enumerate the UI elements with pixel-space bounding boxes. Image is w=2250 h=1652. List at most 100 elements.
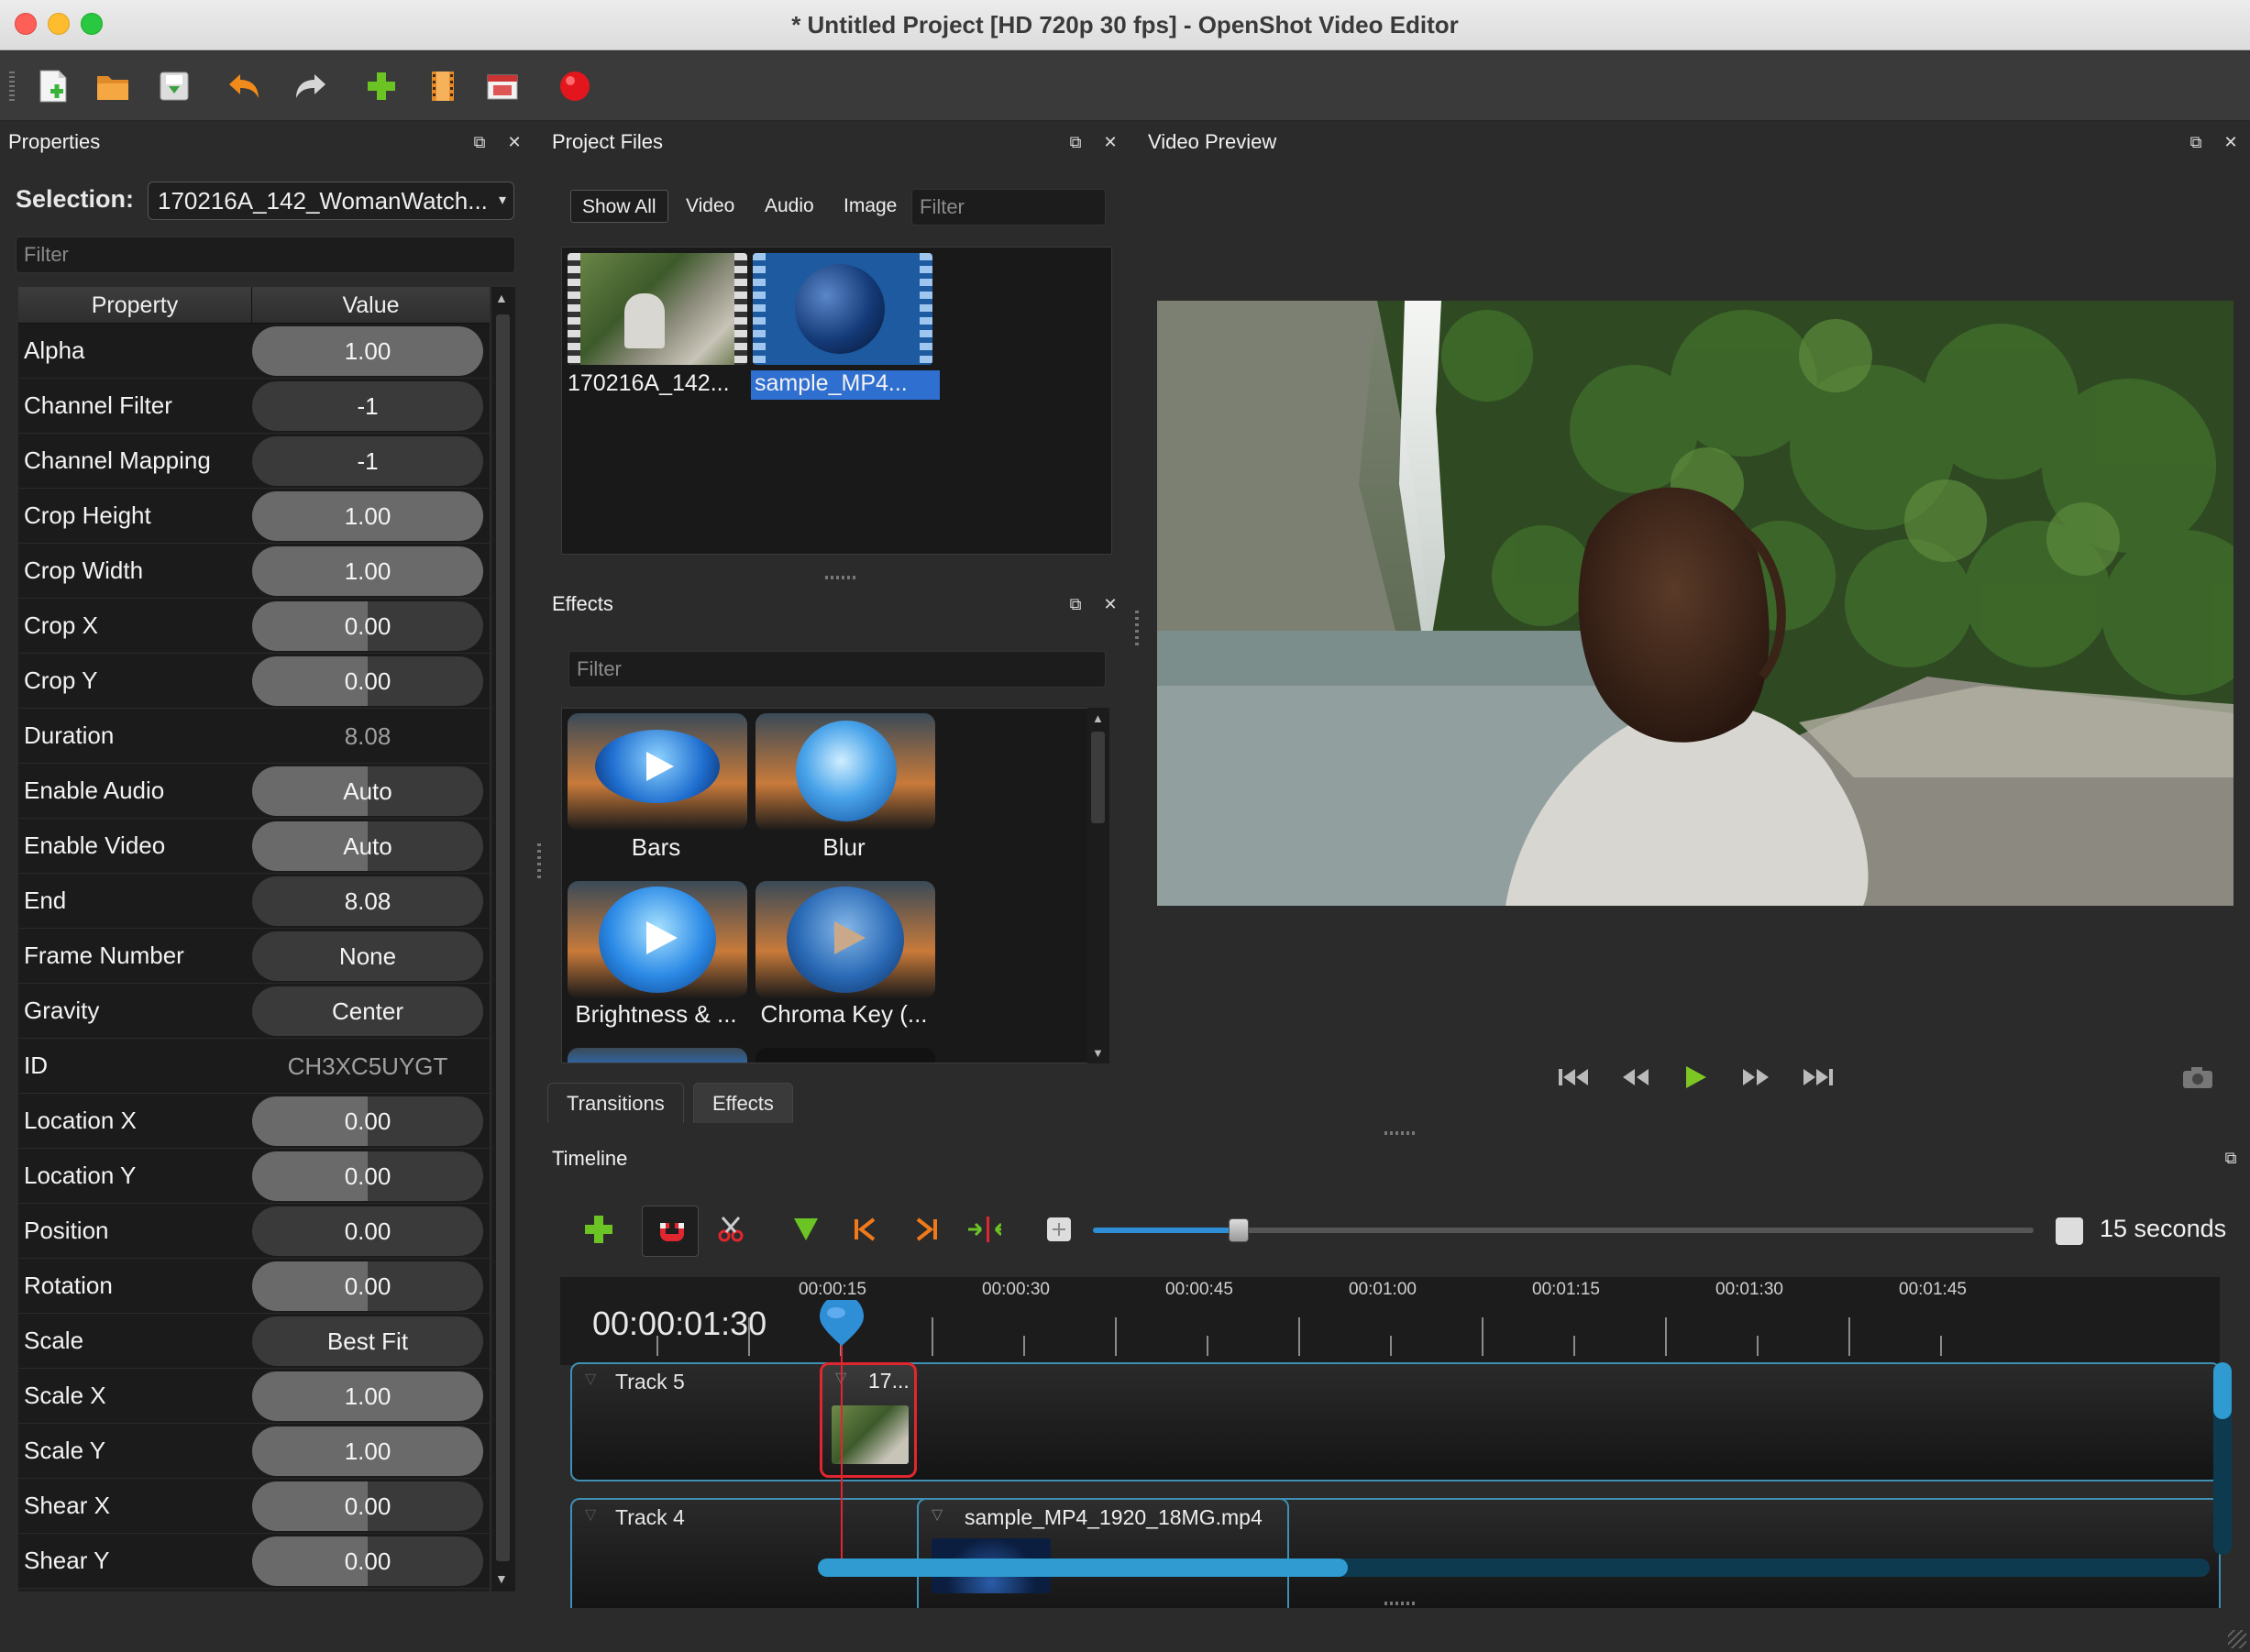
scroll-up-icon[interactable]: ▲ [495, 291, 508, 305]
property-value[interactable]: -1 [252, 380, 483, 431]
zoom-slider-handle[interactable] [1228, 1218, 1249, 1242]
file-thumbnail[interactable] [568, 253, 747, 365]
scrollbar-thumb[interactable] [2213, 1362, 2232, 1419]
property-value[interactable]: 1.00 [252, 325, 483, 376]
property-row[interactable]: Crop Height 1.00 [18, 489, 490, 544]
properties-filter-input[interactable]: Filter [16, 237, 515, 273]
value-column-header[interactable]: Value [252, 287, 490, 323]
track-name[interactable]: Track 4 [615, 1505, 685, 1530]
property-value[interactable]: 0.00 [252, 1481, 483, 1531]
timeline-vertical-scrollbar[interactable] [2213, 1362, 2232, 1555]
splitter-handle[interactable] [825, 576, 858, 579]
property-row[interactable]: Frame Number None [18, 929, 490, 984]
close-panel-icon[interactable]: ✕ [504, 132, 524, 152]
property-value[interactable]: Auto [252, 765, 483, 816]
property-value[interactable]: 0.00 [252, 1536, 483, 1586]
chevron-down-icon[interactable]: ▽ [932, 1505, 943, 1524]
choose-profile-icon[interactable] [425, 68, 461, 105]
playhead-handle[interactable] [818, 1294, 866, 1348]
effect-thumbnail[interactable] [756, 713, 935, 831]
splitter-handle[interactable] [1384, 1131, 1416, 1135]
property-row[interactable]: Scale Best Fit [18, 1314, 490, 1369]
fast-forward-icon[interactable] [1738, 1060, 1773, 1095]
close-panel-icon[interactable]: ✕ [1100, 132, 1120, 152]
jump-to-start-icon[interactable] [1557, 1060, 1592, 1095]
timeline-ruler[interactable]: 00:00:01:30 00:00:15 00:00:30 00:00:45 00:0… [560, 1277, 2220, 1365]
save-project-icon[interactable] [156, 68, 193, 105]
property-row[interactable]: Channel Mapping -1 [18, 434, 490, 489]
property-column-header[interactable]: Property [18, 287, 252, 323]
property-value[interactable]: 1.00 [252, 1371, 483, 1421]
file-label[interactable]: 170216A_142... [568, 370, 730, 397]
effect-thumbnail[interactable] [568, 713, 747, 831]
close-panel-icon[interactable]: ✕ [1100, 594, 1120, 614]
float-panel-icon[interactable]: ⧉ [2186, 132, 2206, 152]
filter-video-button[interactable]: Video [675, 190, 745, 223]
property-value[interactable]: Auto [252, 820, 483, 871]
track-name[interactable]: Track 5 [615, 1370, 685, 1394]
property-value[interactable]: 0.00 [252, 1206, 483, 1256]
tab-transitions[interactable]: Transitions [547, 1083, 684, 1123]
float-panel-icon[interactable]: ⧉ [1065, 594, 1086, 614]
property-row[interactable]: Scale X 1.00 [18, 1369, 490, 1424]
property-value[interactable]: 1.00 [252, 545, 483, 596]
add-marker-icon[interactable] [789, 1212, 823, 1247]
effect-thumbnail[interactable] [756, 1048, 935, 1063]
file-label-selected[interactable]: sample_MP4... [751, 370, 940, 400]
float-panel-icon[interactable]: ⧉ [469, 132, 490, 152]
file-thumbnail-selected[interactable] [753, 253, 932, 365]
scrollbar-thumb[interactable] [496, 314, 510, 1561]
snapping-toggle[interactable] [642, 1206, 699, 1257]
add-track-icon[interactable] [581, 1212, 616, 1247]
razor-icon[interactable] [713, 1212, 748, 1247]
next-marker-icon[interactable] [910, 1212, 944, 1247]
effect-thumbnail[interactable] [568, 881, 747, 998]
scroll-up-icon[interactable]: ▲ [1092, 711, 1104, 725]
effect-label[interactable]: Bars [562, 833, 750, 862]
center-playhead-icon[interactable] [966, 1212, 1001, 1247]
zoom-slider[interactable] [1093, 1218, 2034, 1242]
property-value[interactable]: 0.00 [252, 1261, 483, 1311]
property-row[interactable]: Channel Filter -1 [18, 379, 490, 434]
splitter-handle[interactable] [537, 843, 541, 880]
chevron-down-icon[interactable]: ▽ [585, 1505, 596, 1524]
property-row[interactable]: Crop X 0.00 [18, 599, 490, 654]
property-value[interactable]: 0.00 [252, 1096, 483, 1146]
property-row[interactable]: Location Y 0.00 [18, 1149, 490, 1204]
property-value[interactable]: -1 [252, 435, 483, 486]
scrollbar-thumb[interactable] [818, 1558, 1348, 1577]
scrollbar-thumb[interactable] [1091, 732, 1105, 823]
effects-scrollbar[interactable]: ▲ ▼ [1087, 708, 1109, 1063]
property-row[interactable]: Scale Y 1.00 [18, 1424, 490, 1479]
property-row[interactable]: Shear X 0.00 [18, 1479, 490, 1534]
property-value[interactable]: 8.08 [252, 876, 483, 926]
property-row[interactable]: Crop Width 1.00 [18, 544, 490, 599]
property-value[interactable]: 0.00 [252, 655, 483, 706]
property-row[interactable]: Crop Y 0.00 [18, 654, 490, 709]
tab-effects[interactable]: Effects [693, 1083, 793, 1123]
property-row[interactable]: Alpha 1.00 [18, 324, 490, 379]
timeline-clip[interactable]: ▽ sample_MP4_1920_18MG.mp4 [917, 1498, 1289, 1608]
timeline-clip-selected[interactable]: ▽ 17... [820, 1362, 917, 1478]
resize-grip[interactable] [2228, 1630, 2246, 1648]
scroll-down-icon[interactable]: ▼ [1092, 1046, 1104, 1060]
float-panel-icon[interactable]: ⧉ [2221, 1148, 2241, 1168]
property-value[interactable]: None [252, 931, 483, 981]
undo-icon[interactable] [226, 68, 263, 105]
property-row[interactable]: End 8.08 [18, 874, 490, 929]
jump-to-end-icon[interactable] [1800, 1060, 1835, 1095]
scroll-down-icon[interactable]: ▼ [495, 1571, 508, 1586]
property-row[interactable]: Rotation 0.00 [18, 1259, 490, 1314]
property-row[interactable]: Position 0.00 [18, 1204, 490, 1259]
new-project-icon[interactable] [35, 68, 72, 105]
property-value[interactable]: 0.00 [252, 600, 483, 651]
redo-icon[interactable] [292, 68, 328, 105]
effect-thumbnail[interactable] [756, 881, 935, 998]
splitter-handle[interactable] [1135, 611, 1139, 647]
effect-label[interactable]: Brightness & ... [562, 1000, 750, 1029]
track-4[interactable] [570, 1498, 2221, 1608]
project-files-list[interactable]: 170216A_142... sample_MP4... [561, 247, 1112, 555]
property-row[interactable]: Duration 8.08 [18, 709, 490, 764]
effect-thumbnail[interactable] [568, 1048, 747, 1063]
effects-filter-input[interactable]: Filter [568, 651, 1106, 688]
